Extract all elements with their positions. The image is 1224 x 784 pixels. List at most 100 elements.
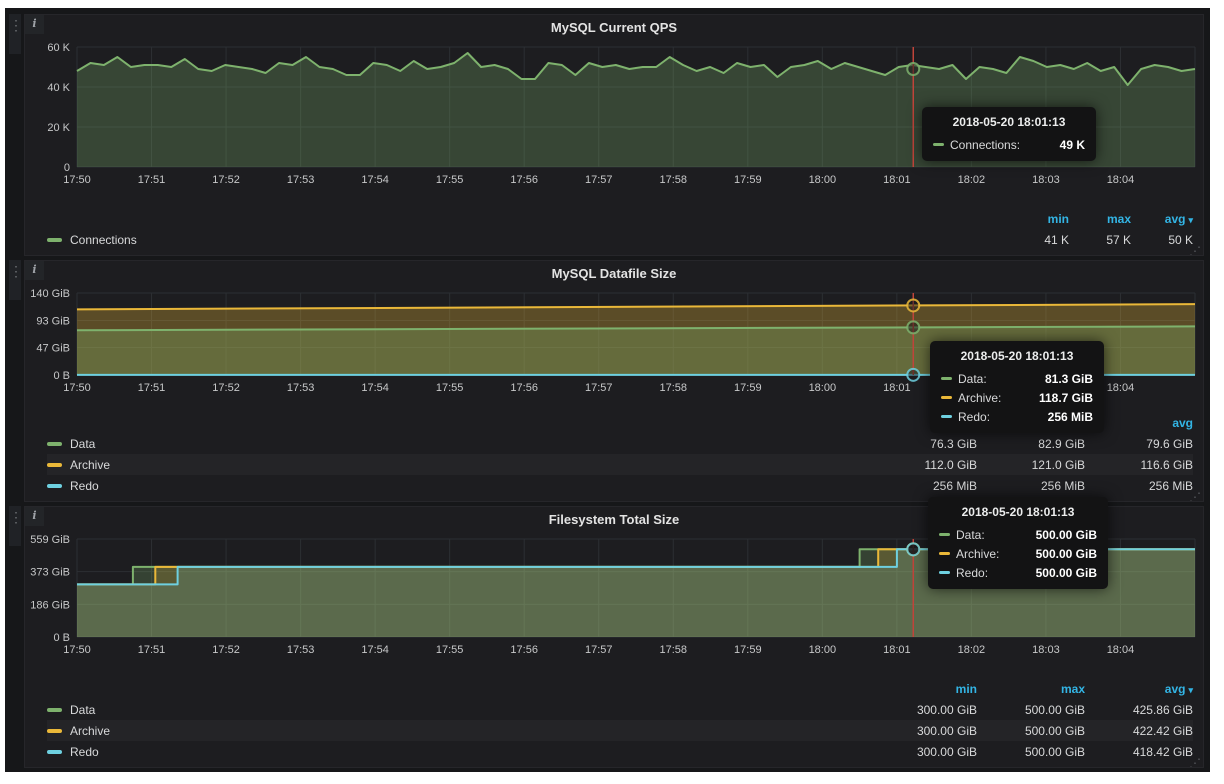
- svg-text:17:56: 17:56: [510, 644, 538, 656]
- series-dash-icon: [47, 750, 62, 754]
- row-handle-column: ⋮: [9, 14, 24, 256]
- legend-value-max: 500.00 GiB: [977, 745, 1085, 759]
- svg-text:18:00: 18:00: [809, 174, 837, 186]
- svg-text:17:55: 17:55: [436, 644, 464, 656]
- tooltip-series-value: 81.3 GiB: [1031, 372, 1093, 386]
- series-dash-icon: [47, 463, 62, 467]
- tooltip-timestamp: 2018-05-20 18:01:13: [933, 115, 1085, 129]
- legend-header-row: minmaxavg▾: [47, 208, 1193, 229]
- legend-filesystem: minmaxavg▾Data300.00 GiB500.00 GiB425.86…: [25, 678, 1203, 767]
- legend-value-avg: 256 MiB: [1085, 479, 1193, 493]
- legend-series-redo[interactable]: Redo: [47, 479, 869, 493]
- legend-sort-min[interactable]: min: [869, 682, 977, 696]
- svg-text:17:57: 17:57: [585, 174, 613, 186]
- legend-value-avg: 50 K: [1131, 233, 1193, 247]
- crosshair-marker-redo: [907, 543, 919, 555]
- panel-info-icon[interactable]: i: [25, 507, 44, 526]
- legend-sort-avg[interactable]: avg▾: [1085, 682, 1193, 696]
- legend-value-max: 256 MiB: [977, 479, 1085, 493]
- panel-title[interactable]: MySQL Current QPS: [25, 15, 1203, 39]
- series-dash-icon: [939, 552, 950, 555]
- legend-value-min: 76.3 GiB: [869, 437, 977, 451]
- legend-series-label[interactable]: Redo: [70, 745, 99, 759]
- legend-row-redo: Redo300.00 GiB500.00 GiB418.42 GiB: [47, 741, 1193, 762]
- svg-text:17:57: 17:57: [585, 644, 613, 656]
- svg-text:373 GiB: 373 GiB: [30, 567, 70, 579]
- panel-info-icon[interactable]: i: [25, 261, 44, 280]
- panel-resize-handle[interactable]: ⋰: [1189, 245, 1201, 256]
- tooltip-series-value: 500.00 GiB: [1022, 566, 1097, 580]
- legend-value-max: 57 K: [1069, 233, 1131, 247]
- svg-text:17:56: 17:56: [510, 174, 538, 186]
- legend-sort-max[interactable]: max: [977, 682, 1085, 696]
- series-dash-icon: [47, 729, 62, 733]
- panel-info-icon[interactable]: i: [25, 15, 44, 34]
- legend-series-label[interactable]: Archive: [70, 724, 110, 738]
- tooltip-row: Data: 81.3 GiB: [941, 369, 1093, 388]
- series-dash-icon: [47, 484, 62, 488]
- legend-series-data[interactable]: Data: [47, 437, 869, 451]
- legend-series-label[interactable]: Redo: [70, 479, 99, 493]
- legend-series-label[interactable]: Data: [70, 703, 95, 717]
- row-menu-handle[interactable]: ⋮: [9, 14, 21, 54]
- svg-text:17:55: 17:55: [436, 174, 464, 186]
- legend-value-min: 300.00 GiB: [869, 724, 977, 738]
- legend-series-data[interactable]: Data: [47, 703, 869, 717]
- tooltip-row: Connections: 49 K: [933, 135, 1085, 154]
- svg-text:0 B: 0 B: [53, 632, 70, 644]
- legend-value-min: 300.00 GiB: [869, 703, 977, 717]
- legend-value-avg: 422.42 GiB: [1085, 724, 1193, 738]
- legend-sort-min[interactable]: min: [1007, 212, 1069, 226]
- graph-tooltip-qps: 2018-05-20 18:01:13 Connections: 49 K: [922, 107, 1096, 161]
- tooltip-row: Redo: 500.00 GiB: [939, 563, 1097, 582]
- svg-text:18:02: 18:02: [958, 174, 986, 186]
- crosshair-marker-connections: [907, 63, 919, 75]
- svg-text:186 GiB: 186 GiB: [30, 599, 70, 611]
- svg-text:17:58: 17:58: [660, 174, 688, 186]
- tooltip-series-value: 500.00 GiB: [1022, 547, 1097, 561]
- legend-series-archive[interactable]: Archive: [47, 458, 869, 472]
- crosshair-marker-redo: [907, 369, 919, 381]
- svg-text:140 GiB: 140 GiB: [30, 288, 70, 300]
- svg-text:17:53: 17:53: [287, 174, 315, 186]
- legend-row-connections: Connections41 K57 K50 K: [47, 229, 1193, 250]
- caret-down-icon: ▾: [1188, 215, 1193, 225]
- row-menu-handle[interactable]: ⋮: [9, 506, 21, 546]
- legend-series-connections[interactable]: Connections: [47, 233, 1007, 247]
- legend-qps: minmaxavg▾Connections41 K57 K50 K: [25, 208, 1203, 255]
- legend-sort-max[interactable]: max: [1069, 212, 1131, 226]
- legend-value-min: 112.0 GiB: [869, 458, 977, 472]
- svg-text:17:50: 17:50: [63, 644, 91, 656]
- svg-text:17:53: 17:53: [287, 382, 315, 394]
- legend-value-max: 82.9 GiB: [977, 437, 1085, 451]
- svg-text:17:51: 17:51: [138, 644, 166, 656]
- panel-title[interactable]: MySQL Datafile Size: [25, 261, 1203, 285]
- legend-series-label[interactable]: Connections: [70, 233, 137, 247]
- legend-series-label[interactable]: Archive: [70, 458, 110, 472]
- legend-row-data: Data76.3 GiB82.9 GiB79.6 GiB: [47, 433, 1193, 454]
- svg-text:18:04: 18:04: [1107, 382, 1135, 394]
- svg-text:17:51: 17:51: [138, 174, 166, 186]
- row-handle-column: ⋮: [9, 506, 24, 768]
- tooltip-timestamp: 2018-05-20 18:01:13: [939, 505, 1097, 519]
- svg-text:17:56: 17:56: [510, 382, 538, 394]
- legend-series-archive[interactable]: Archive: [47, 724, 869, 738]
- series-dash-icon: [941, 415, 952, 418]
- panel-resize-handle[interactable]: ⋰: [1189, 757, 1201, 768]
- row-menu-handle[interactable]: ⋮: [9, 260, 21, 300]
- crosshair-marker-archive: [907, 299, 919, 311]
- series-dash-icon: [939, 571, 950, 574]
- tooltip-series-label: Redo:: [958, 410, 990, 424]
- legend-value-min: 256 MiB: [869, 479, 977, 493]
- legend-sort-avg[interactable]: avg▾: [1131, 212, 1193, 226]
- legend-series-label[interactable]: Data: [70, 437, 95, 451]
- legend-value-avg: 116.6 GiB: [1085, 458, 1193, 472]
- svg-text:18:00: 18:00: [809, 382, 837, 394]
- legend-series-redo[interactable]: Redo: [47, 745, 869, 759]
- svg-text:17:55: 17:55: [436, 382, 464, 394]
- panel-resize-handle[interactable]: ⋰: [1189, 491, 1201, 502]
- svg-text:17:58: 17:58: [660, 382, 688, 394]
- svg-text:0 B: 0 B: [53, 370, 70, 382]
- tooltip-series-label: Data:: [958, 372, 987, 386]
- svg-text:47 GiB: 47 GiB: [36, 342, 70, 354]
